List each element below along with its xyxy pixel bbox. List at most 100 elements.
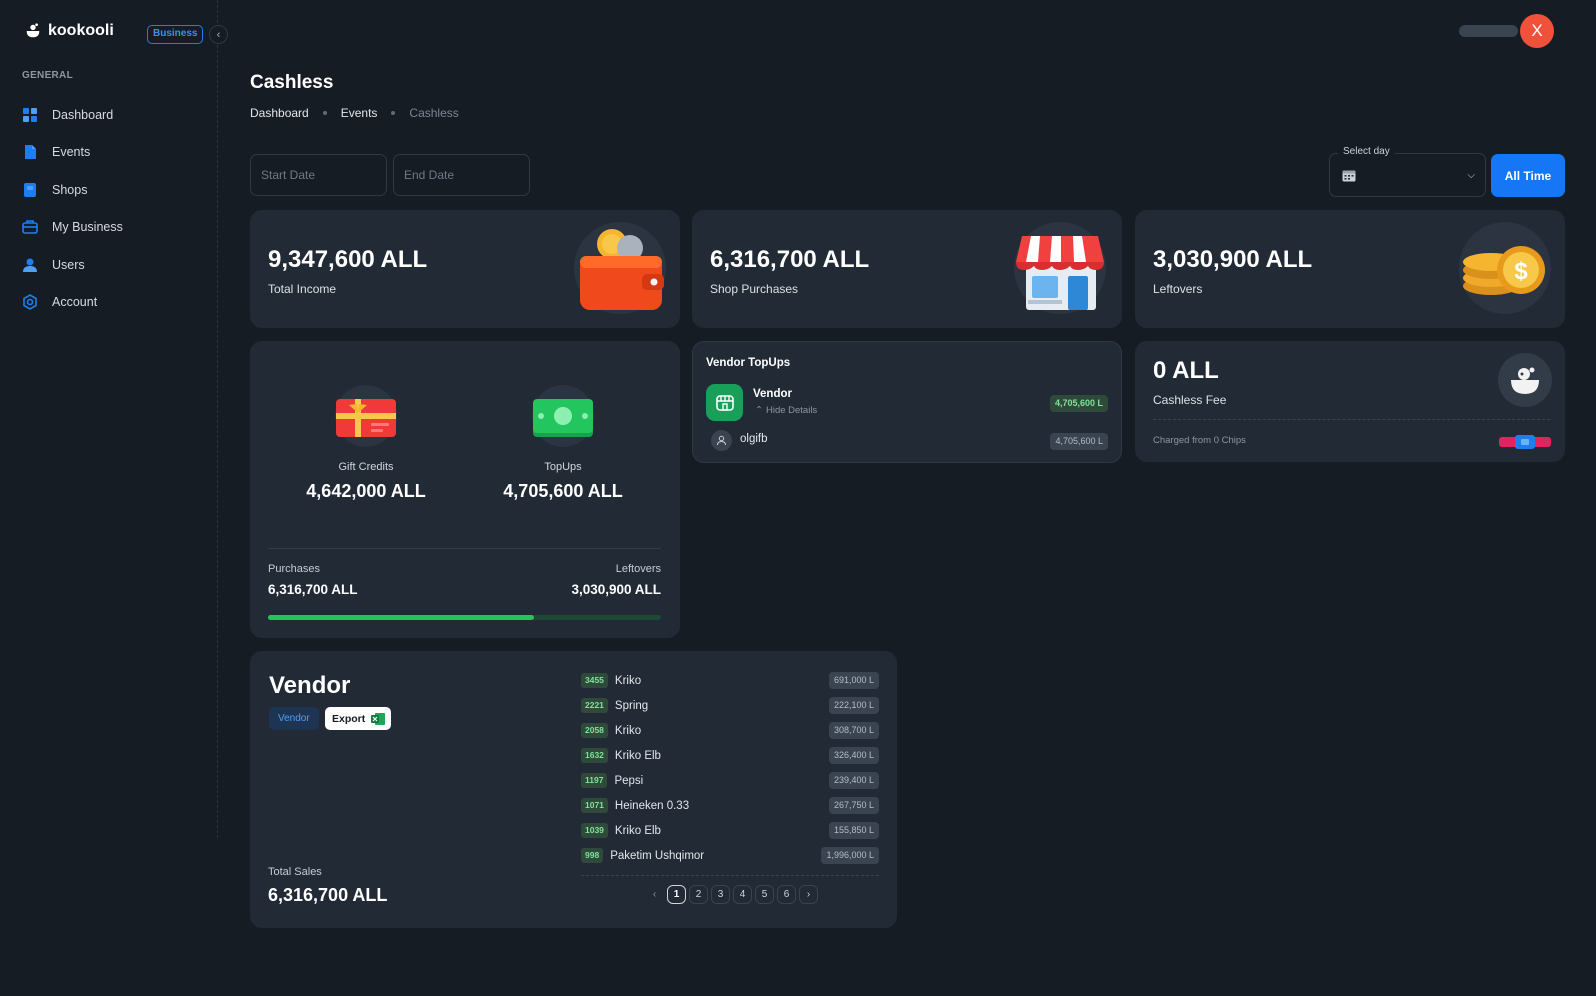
vendor-amount-badge: 4,705,600 L bbox=[1049, 395, 1108, 412]
leftovers-value: 3,030,900 ALL bbox=[1153, 246, 1313, 273]
divider bbox=[581, 875, 879, 876]
account-icon bbox=[22, 294, 38, 311]
list-item: 2221 Spring 222,100 L bbox=[581, 693, 879, 718]
events-icon bbox=[22, 144, 38, 160]
list-item: 1071 Heineken 0.33 267,750 L bbox=[581, 793, 879, 818]
breadcrumb-link-dashboard[interactable]: Dashboard bbox=[250, 106, 309, 120]
list-item: 998 Paketim Ushqimor 1,996,000 L bbox=[581, 843, 879, 868]
pagination-page-button[interactable]: 6 bbox=[777, 885, 796, 904]
gift-credits-value: 4,642,000 ALL bbox=[306, 481, 426, 501]
vendor-name: Vendor bbox=[753, 388, 792, 400]
hide-details-toggle[interactable]: ⌃ Hide Details bbox=[755, 405, 817, 416]
chevron-up-icon: ⌃ bbox=[755, 405, 763, 416]
breadcrumb: Dashboard Events Cashless bbox=[250, 106, 459, 120]
pagination-prev-button[interactable]: ‹ bbox=[645, 885, 664, 904]
vendor-panel-title: Vendor bbox=[269, 672, 351, 699]
vendor-topups-title: Vendor TopUps bbox=[706, 357, 791, 369]
cash-icon bbox=[532, 385, 594, 447]
product-amount: 308,700 L bbox=[828, 722, 879, 739]
vendor-tag[interactable]: Vendor bbox=[269, 707, 319, 730]
select-day-dropdown[interactable]: Select day ⌵ bbox=[1329, 146, 1486, 197]
list-item: 1632 Kriko Elb 326,400 L bbox=[581, 743, 879, 768]
pagination-next-button[interactable]: › bbox=[799, 885, 818, 904]
export-label: Export bbox=[332, 712, 366, 725]
sidebar: kookooli Business ‹ GENERAL Dashboard Ev… bbox=[0, 0, 228, 838]
pagination-page-button[interactable]: 5 bbox=[755, 885, 774, 904]
coins-icon: $ bbox=[1459, 222, 1551, 314]
chevron-down-icon: ⌵ bbox=[1467, 170, 1475, 181]
sidebar-item-dashboard[interactable]: Dashboard bbox=[22, 96, 202, 134]
product-name: Kriko Elb bbox=[614, 749, 661, 762]
collapse-sidebar-button[interactable]: ‹ bbox=[209, 25, 228, 44]
gift-credits-label: Gift Credits bbox=[338, 461, 394, 473]
product-amount: 691,000 L bbox=[828, 672, 879, 689]
list-item: 1197 Pepsi 239,400 L bbox=[581, 768, 879, 793]
wristband-icon bbox=[1499, 435, 1551, 449]
credits-card: Gift Credits 4,642,000 ALL TopUps 4,705,… bbox=[250, 341, 680, 638]
leftovers-card: 3,030,900 ALL Leftovers $ bbox=[1135, 210, 1565, 328]
end-date-input[interactable]: End Date bbox=[393, 154, 530, 196]
product-name: Kriko bbox=[614, 674, 642, 687]
sidebar-item-label: Users bbox=[52, 257, 85, 272]
pagination-page-button[interactable]: 3 bbox=[711, 885, 730, 904]
shop-purchases-label: Shop Purchases bbox=[710, 282, 799, 296]
logo-icon bbox=[26, 23, 40, 38]
product-code-badge: 1039 bbox=[581, 823, 608, 838]
breadcrumb-separator bbox=[322, 111, 327, 115]
total-income-label: Total Income bbox=[268, 282, 337, 296]
pagination: ‹ 1 2 3 4 5 6 › bbox=[645, 885, 818, 904]
nav-heading: GENERAL bbox=[22, 70, 73, 81]
sidebar-item-label: Events bbox=[52, 145, 91, 160]
topups-label: TopUps bbox=[544, 461, 582, 473]
shops-icon bbox=[22, 182, 38, 198]
sidebar-item-label: Shops bbox=[52, 182, 88, 197]
vendor-product-list: 3455 Kriko 691,000 L 2221 Spring 222,100 L 2… bbox=[581, 668, 879, 868]
start-date-input[interactable]: Start Date bbox=[250, 154, 387, 196]
pagination-page-button[interactable]: 2 bbox=[689, 885, 708, 904]
vendor-panel: Vendor Vendor Export Total Sales 6,316,7… bbox=[250, 651, 897, 928]
product-amount: 155,850 L bbox=[828, 822, 879, 839]
brand-logo[interactable]: kookooli bbox=[24, 22, 114, 40]
leftovers-summary-value: 3,030,900 ALL bbox=[571, 582, 661, 597]
cashless-fee-label: Cashless Fee bbox=[1153, 393, 1227, 407]
total-sales-value: 6,316,700 ALL bbox=[268, 885, 388, 905]
product-code-badge: 2221 bbox=[581, 698, 608, 713]
shop-purchases-value: 6,316,700 ALL bbox=[710, 246, 870, 273]
pagination-page-button[interactable]: 4 bbox=[733, 885, 752, 904]
breadcrumb-link-events[interactable]: Events bbox=[341, 106, 378, 120]
product-name: Heineken 0.33 bbox=[614, 799, 690, 812]
page-title: Cashless bbox=[250, 72, 334, 93]
product-amount: 326,400 L bbox=[828, 747, 879, 764]
purchases-progress-bar bbox=[268, 615, 661, 620]
leftovers-label: Leftovers bbox=[1153, 282, 1203, 296]
list-item: 2058 Kriko 308,700 L bbox=[581, 718, 879, 743]
store-icon bbox=[706, 384, 743, 421]
total-income-card: 9,347,600 ALL Total Income bbox=[250, 210, 680, 328]
product-name: Kriko Elb bbox=[614, 824, 661, 837]
calendar-icon bbox=[1342, 170, 1356, 182]
total-income-value: 9,347,600 ALL bbox=[268, 246, 428, 273]
product-amount: 1,996,000 L bbox=[821, 847, 879, 864]
sidebar-item-events[interactable]: Events bbox=[22, 134, 202, 172]
excel-icon bbox=[371, 712, 386, 725]
all-time-button[interactable]: All Time bbox=[1491, 154, 1565, 197]
product-code-badge: 2058 bbox=[581, 723, 608, 738]
sidebar-item-users[interactable]: Users bbox=[22, 246, 202, 284]
pagination-page-button[interactable]: 1 bbox=[667, 885, 686, 904]
svg-text:$: $ bbox=[1514, 258, 1528, 285]
sidebar-item-label: Dashboard bbox=[52, 107, 114, 122]
shop-purchases-card: 6,316,700 ALL Shop Purchases bbox=[692, 210, 1122, 328]
sidebar-item-my-business[interactable]: My Business bbox=[22, 209, 202, 247]
business-icon bbox=[22, 219, 38, 235]
topup-user-name: olgifb bbox=[740, 433, 768, 445]
avatar[interactable]: X bbox=[1520, 14, 1554, 48]
sidebar-nav: Dashboard Events Shops My Business Users bbox=[22, 96, 202, 321]
sidebar-item-shops[interactable]: Shops bbox=[22, 171, 202, 209]
total-sales-label: Total Sales bbox=[268, 866, 322, 878]
sidebar-item-account[interactable]: Account bbox=[22, 284, 202, 322]
mascot-icon bbox=[1498, 353, 1552, 407]
gift-card-icon bbox=[335, 385, 397, 447]
shop-icon bbox=[1014, 222, 1106, 314]
export-button[interactable]: Export bbox=[325, 707, 392, 730]
purchases-progress-fill bbox=[268, 615, 534, 620]
